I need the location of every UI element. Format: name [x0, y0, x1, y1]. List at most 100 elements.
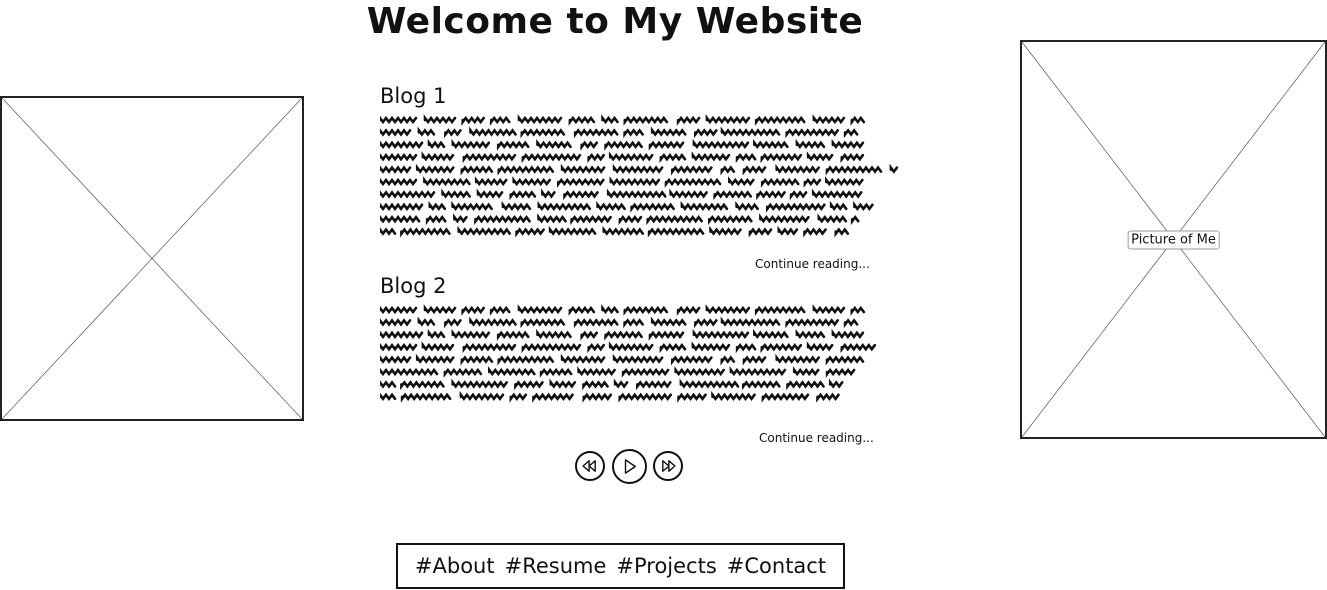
- text-scribble: [476, 188, 504, 199]
- text-scribble: [840, 153, 865, 164]
- text-scribble: [453, 213, 468, 224]
- text-scribble: [577, 366, 616, 377]
- text-scribble: [604, 330, 643, 341]
- text-scribble: [580, 330, 598, 341]
- text-scribble: [742, 380, 781, 391]
- text-scribble: [521, 153, 582, 164]
- text-scribble: [775, 353, 820, 364]
- text-scribble: [834, 227, 850, 238]
- text-scribble: [380, 202, 424, 211]
- text-scribble: [828, 378, 844, 389]
- text-scribble: [496, 330, 530, 341]
- text-scribble: [760, 343, 803, 354]
- text-scribble: [460, 355, 494, 366]
- nav-link-contact[interactable]: #Contact: [727, 554, 826, 578]
- text-scribble: [514, 380, 544, 391]
- text-scribble: [380, 190, 436, 199]
- text-scribble: [469, 316, 517, 327]
- blog-1-continue-link[interactable]: Continue reading...: [755, 256, 870, 272]
- text-scribble: [474, 215, 531, 226]
- text-scribble: [444, 318, 462, 329]
- text-scribble: [623, 128, 644, 139]
- text-scribble: [785, 128, 839, 139]
- text-scribble: [760, 177, 800, 188]
- text-scribble: [451, 200, 493, 211]
- play-button[interactable]: [612, 449, 647, 484]
- text-scribble: [621, 367, 670, 378]
- text-scribble: [380, 165, 412, 174]
- text-scribble: [421, 151, 455, 162]
- text-scribble: [462, 153, 517, 164]
- text-scribble: [380, 343, 418, 352]
- picture-caption: Picture of Me: [1127, 230, 1220, 249]
- text-scribble: [676, 305, 701, 316]
- blog-2-title: Blog 2: [380, 274, 447, 298]
- image-placeholder-cross: [2, 98, 302, 419]
- text-scribble: [509, 392, 528, 403]
- text-scribble: [677, 392, 707, 403]
- text-scribble: [568, 115, 596, 126]
- nav-link-projects[interactable]: #Projects: [616, 554, 716, 578]
- text-scribble: [501, 200, 532, 211]
- text-scribble: [648, 140, 685, 151]
- text-scribble: [587, 343, 605, 354]
- text-scribble: [415, 353, 455, 364]
- text-scribble: [380, 140, 424, 149]
- fast-forward-button[interactable]: [653, 451, 683, 481]
- text-scribble: [775, 163, 820, 174]
- text-scribble: [509, 190, 537, 201]
- text-scribble: [521, 343, 582, 354]
- text-scribble: [427, 328, 446, 339]
- text-scribble: [415, 163, 455, 174]
- text-scribble: [705, 114, 751, 125]
- text-scribble: [469, 126, 517, 137]
- text-scribble: [850, 305, 866, 316]
- text-scribble: [520, 128, 566, 139]
- text-scribble: [785, 318, 839, 329]
- text-scribble: [623, 305, 669, 316]
- text-scribble: [400, 227, 451, 238]
- text-scribble: [580, 140, 598, 151]
- page-title: Welcome to My Website: [366, 1, 864, 42]
- text-scribble: [462, 343, 517, 354]
- text-scribble: [817, 213, 848, 224]
- nav-bar: #About #Resume #Projects #Contact: [396, 543, 845, 589]
- text-scribble: [609, 176, 661, 187]
- text-scribble: [428, 200, 447, 211]
- text-scribble: [496, 140, 530, 151]
- text-scribble: [671, 355, 713, 366]
- text-scribble: [460, 165, 494, 176]
- text-scribble: [806, 151, 834, 162]
- text-scribble: [380, 115, 418, 125]
- text-scribble: [451, 138, 491, 149]
- text-scribble: [459, 390, 505, 401]
- text-scribble: [444, 128, 462, 139]
- text-scribble: [720, 316, 781, 327]
- nav-link-about[interactable]: #About: [415, 554, 495, 578]
- text-scribble: [691, 151, 731, 162]
- text-scribble: [537, 213, 567, 224]
- text-scribble: [520, 318, 566, 329]
- text-scribble: [417, 126, 436, 137]
- text-scribble: [803, 227, 827, 238]
- text-scribble: [825, 165, 883, 176]
- text-scribble: [843, 128, 859, 139]
- text-scribble: [853, 200, 874, 211]
- text-scribble: [648, 330, 685, 341]
- text-scribble: [602, 225, 645, 236]
- text-scribble: [735, 343, 757, 354]
- text-scribble: [811, 188, 863, 199]
- rewind-button[interactable]: [575, 451, 605, 481]
- text-scribble: [380, 355, 412, 364]
- text-scribble: [573, 318, 619, 329]
- nav-link-resume[interactable]: #Resume: [505, 554, 607, 578]
- text-scribble: [812, 304, 846, 315]
- text-scribble: [691, 341, 731, 352]
- profile-picture-placeholder: Picture of Me: [1020, 40, 1327, 439]
- text-scribble: [748, 227, 773, 238]
- text-scribble: [380, 177, 418, 187]
- text-scribble: [537, 200, 592, 211]
- text-scribble: [623, 318, 644, 329]
- text-scribble: [380, 215, 421, 224]
- blog-2-continue-link[interactable]: Continue reading...: [759, 430, 874, 446]
